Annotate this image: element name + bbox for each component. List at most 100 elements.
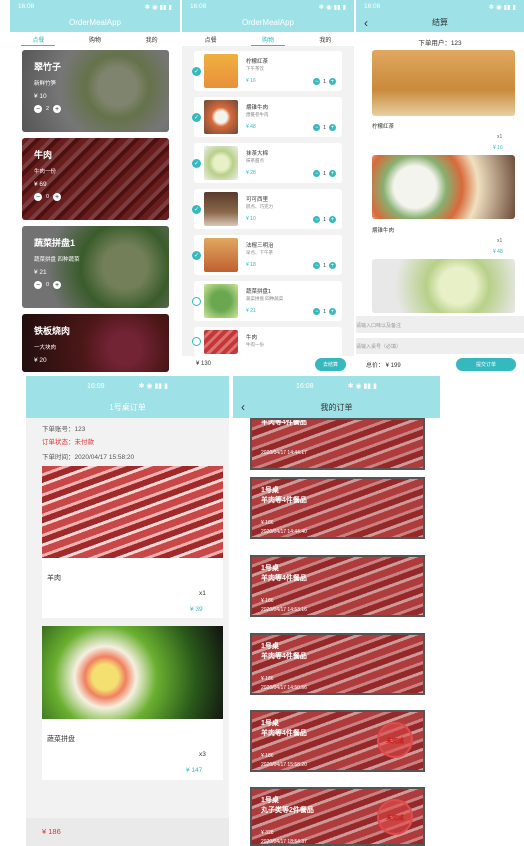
header: 16:08 ✱ ◉ ▮▮ ▮ OrderMealApp bbox=[10, 0, 180, 32]
food-card[interactable]: 蔬菜拼盘1 蔬菜拼盘 四种蔬菜 ¥ 21 −0 + bbox=[22, 226, 169, 308]
plus-button[interactable]: + bbox=[329, 216, 336, 223]
plus-button[interactable]: + bbox=[329, 308, 336, 315]
cart-item[interactable]: 蔬菜拼盘1 蔬菜拼盘 四种蔬菜 ¥ 21 −1 + bbox=[192, 281, 342, 321]
order-price: ¥ 186 bbox=[261, 753, 274, 759]
plus-button[interactable]: + bbox=[329, 170, 336, 177]
order-card[interactable]: 羊肉等4件餐品 2020/04/17 14:44:17 bbox=[250, 418, 425, 470]
item-name: 可可西里 bbox=[246, 197, 269, 203]
tab-cart[interactable]: 购物 bbox=[67, 32, 124, 46]
detail-item-name: 蔬菜拼盘 bbox=[47, 736, 75, 743]
order-card[interactable]: 1号桌 羊肉等4件餐品 ¥ 186 2020/04/17 15:58:20 未完成 bbox=[250, 710, 425, 772]
item-thumbnail bbox=[204, 329, 238, 354]
food-price: ¥ 20 bbox=[34, 357, 47, 364]
back-arrow-icon[interactable]: ‹ bbox=[364, 13, 368, 32]
header: 16:08 ✱ ◉ ▮▮ ▮ OrderMealApp bbox=[182, 0, 354, 32]
item-thumbnail bbox=[204, 54, 238, 88]
item-desc: 牛肉一份 bbox=[246, 342, 264, 347]
cart-item[interactable]: 牛肉 牛肉一份 bbox=[192, 327, 342, 356]
minus-button[interactable]: − bbox=[34, 193, 42, 201]
order-table: 1号桌 bbox=[261, 720, 279, 727]
item-name: 煨锥牛肉 bbox=[246, 105, 269, 111]
checked-icon[interactable]: ✓ bbox=[192, 204, 201, 214]
cart-item[interactable]: ✓ 法棍三明治 早点、下午茶 ¥ 18 −1 + bbox=[192, 235, 342, 275]
order-user: 下单用户：123 bbox=[418, 40, 462, 47]
qty: 1 bbox=[323, 124, 326, 131]
checkout-total: 总价： ¥ 199 bbox=[366, 362, 401, 369]
clock: 16:08 bbox=[190, 3, 207, 10]
detail-total: ¥ 186 bbox=[42, 827, 61, 836]
food-price: ¥ 21 bbox=[34, 269, 47, 276]
minus-button[interactable]: − bbox=[313, 216, 321, 223]
minus-button[interactable]: − bbox=[313, 124, 321, 131]
detail-item-name: 羊肉 bbox=[47, 575, 61, 582]
order-summary: 羊肉等4件餐品 bbox=[261, 419, 307, 426]
tab-order[interactable]: 点餐 bbox=[10, 32, 67, 46]
item-thumbnail bbox=[204, 100, 238, 134]
food-card[interactable]: 铁板烧肉 一大块肉 ¥ 20 bbox=[22, 314, 169, 372]
cart-item[interactable]: ✓ 煨锥牛肉 煨锥卷牛肉 ¥ 48 −1 + bbox=[192, 97, 342, 137]
clock: 16:08 bbox=[296, 382, 314, 390]
unchecked-icon[interactable] bbox=[192, 337, 201, 346]
plus-button[interactable]: + bbox=[329, 78, 336, 85]
checked-icon[interactable]: ✓ bbox=[192, 250, 201, 260]
food-name: 铁板烧肉 bbox=[34, 326, 71, 336]
detail-item-price: ¥ 39 bbox=[190, 606, 203, 613]
item-name: 抹茶大棉 bbox=[246, 151, 269, 157]
order-table: 1号桌 bbox=[261, 643, 279, 650]
checked-icon[interactable]: ✓ bbox=[192, 66, 201, 76]
submit-button[interactable]: 提交订单 bbox=[455, 357, 516, 371]
table-input[interactable]: 请输入桌号（必填） bbox=[356, 338, 524, 354]
qty: 1 bbox=[323, 308, 326, 315]
minus-button[interactable]: − bbox=[313, 262, 321, 269]
order-summary: 羊肉等4件餐品 bbox=[261, 575, 307, 582]
order-table: 1号桌 bbox=[261, 487, 279, 494]
detail-item-price: ¥ 147 bbox=[186, 767, 203, 774]
page-title: 1号桌订单 bbox=[109, 402, 146, 412]
plus-button[interactable]: + bbox=[53, 193, 62, 201]
order-card[interactable]: 1号桌 丸子类等2件餐品 ¥ 328 2020/04/17 18:54:37 未完… bbox=[250, 787, 425, 846]
order-summary: 羊肉等4件餐品 bbox=[261, 497, 307, 504]
order-card[interactable]: 1号桌 羊肉等4件餐品 ¥ 186 2020/04/17 14:50:56 bbox=[250, 633, 425, 695]
item-name: 蔬菜拼盘1 bbox=[246, 289, 272, 295]
plus-button[interactable]: + bbox=[53, 105, 62, 113]
food-card[interactable]: 牛肉 牛肉一份 ¥ 69 −0 + bbox=[22, 138, 169, 220]
cart-item[interactable]: ✓ 柠檬红茶 下午茶饮 ¥ 16 −1 + bbox=[192, 51, 342, 91]
status-icons: ✱ ◉ ▮▮ ▮ bbox=[144, 3, 172, 11]
plus-button[interactable]: + bbox=[329, 124, 336, 131]
item-qty: x1 bbox=[497, 238, 503, 244]
food-price: ¥ 69 bbox=[34, 181, 47, 188]
remark-input[interactable]: 请输入口味以及备注 bbox=[356, 316, 524, 333]
checkout-button[interactable]: 去结算 bbox=[314, 357, 346, 371]
minus-button[interactable]: − bbox=[313, 78, 321, 85]
tab-mine[interactable]: 我的 bbox=[123, 32, 180, 46]
cart-item[interactable]: ✓ 可可西里 糕点、巧克力 ¥ 10 −1 + bbox=[192, 189, 342, 229]
food-card[interactable]: 翠竹子 新鲜竹笋 ¥ 10 −2 + bbox=[22, 50, 169, 132]
order-card[interactable]: 1号桌 羊肉等4件餐品 ¥ 186 2020/04/17 14:53:16 bbox=[250, 555, 425, 617]
plus-button[interactable]: + bbox=[53, 281, 62, 289]
order-summary: 羊肉等4件餐品 bbox=[261, 730, 307, 737]
back-arrow-icon[interactable]: ‹ bbox=[241, 396, 245, 418]
item-name: 柠檬红茶 bbox=[372, 124, 395, 130]
app-title: OrderMealApp bbox=[68, 18, 122, 27]
minus-button[interactable]: − bbox=[34, 281, 42, 289]
plus-button[interactable]: + bbox=[329, 262, 336, 269]
cart-item[interactable]: ✓ 抹茶大棉 抹茶甜点 ¥ 28 −1 + bbox=[192, 143, 342, 183]
checked-icon[interactable]: ✓ bbox=[192, 158, 201, 168]
tab-order[interactable]: 点餐 bbox=[182, 32, 239, 46]
minus-button[interactable]: − bbox=[313, 170, 321, 177]
item-thumbnail bbox=[204, 192, 238, 226]
clock: 16:09 bbox=[87, 382, 105, 390]
item-desc: 早点、下午茶 bbox=[246, 250, 273, 255]
header: 16:08 ✱ ◉ ▮▮ ▮ ‹ 我的订单 bbox=[233, 376, 440, 418]
unchecked-icon[interactable] bbox=[192, 296, 201, 306]
tab-mine[interactable]: 我的 bbox=[297, 32, 354, 46]
order-price: ¥ 186 bbox=[261, 598, 274, 604]
item-qty: x1 bbox=[497, 134, 503, 140]
minus-button[interactable]: − bbox=[34, 105, 42, 113]
order-card[interactable]: 1号桌 羊肉等4件餐品 ¥ 186 2020/04/17 14:44:40 bbox=[250, 477, 425, 539]
item-price: ¥ 18 bbox=[246, 262, 256, 268]
checked-icon[interactable]: ✓ bbox=[192, 112, 201, 122]
tab-cart[interactable]: 购物 bbox=[239, 32, 296, 46]
minus-button[interactable]: − bbox=[313, 308, 321, 315]
order-price: ¥ 186 bbox=[261, 520, 274, 526]
